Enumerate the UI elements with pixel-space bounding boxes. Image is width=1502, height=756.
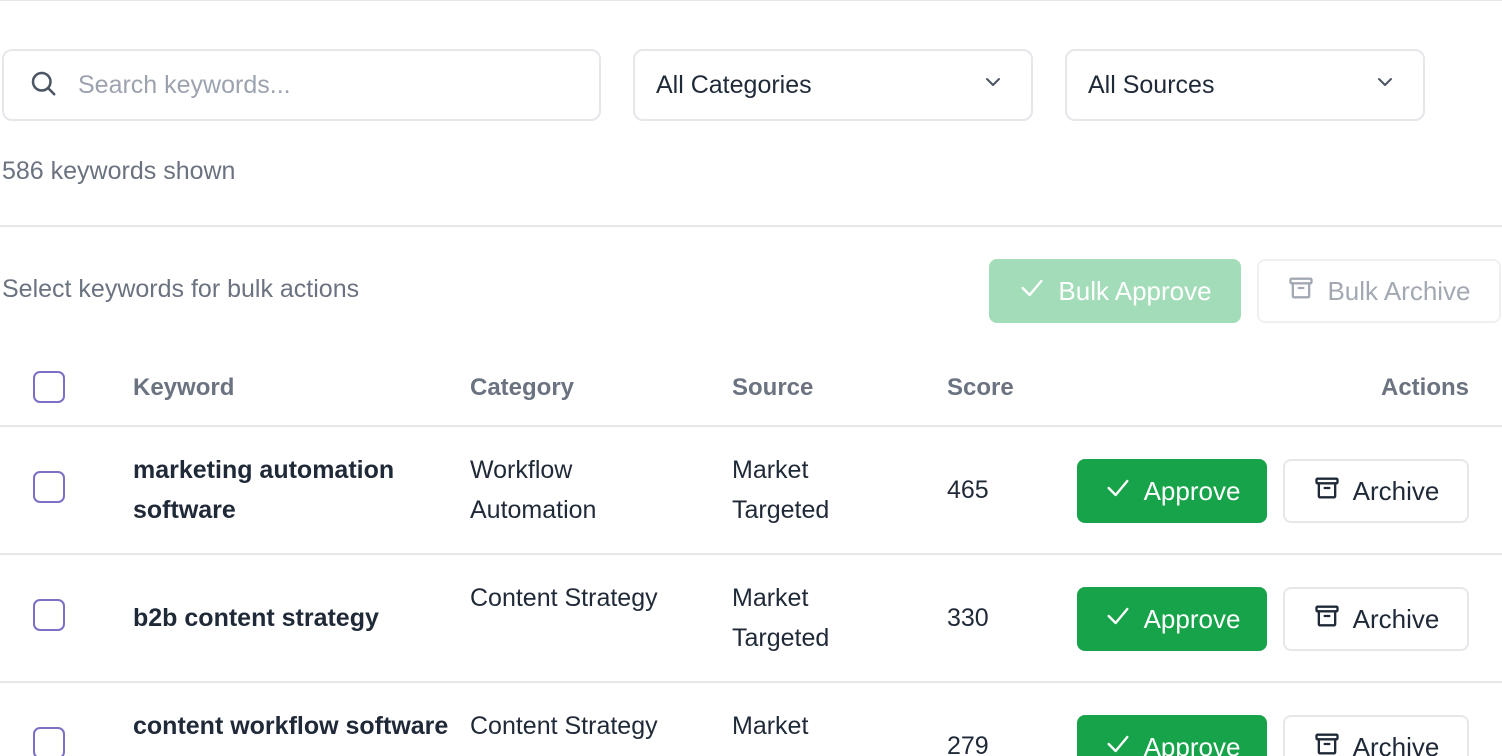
archive-label: Archive <box>1352 603 1440 634</box>
select-all-checkbox[interactable] <box>33 371 65 403</box>
check-icon <box>1018 274 1046 309</box>
section-divider <box>0 225 1502 227</box>
check-icon <box>1104 474 1132 509</box>
bulk-approve-button[interactable]: Bulk Approve <box>989 259 1241 323</box>
row-divider <box>0 681 1502 683</box>
archive-icon <box>1313 602 1341 637</box>
column-header-source[interactable]: Source <box>732 374 813 402</box>
row-keyword: marketing automation software <box>133 456 395 524</box>
bulk-actions-hint: Select keywords for bulk actions <box>2 275 360 303</box>
column-header-actions: Actions <box>1380 374 1469 401</box>
row-source: Market Targeted <box>732 456 830 524</box>
column-header-keyword[interactable]: Keyword <box>133 374 234 402</box>
column-header-score[interactable]: Score <box>947 374 1014 402</box>
approve-label: Approve <box>1143 603 1241 634</box>
row-score: 330 <box>947 604 989 632</box>
approve-button[interactable]: Approve <box>1077 587 1267 651</box>
row-score: 279 <box>947 732 989 756</box>
archive-icon <box>1287 274 1315 309</box>
check-icon <box>1104 730 1132 756</box>
row-checkbox[interactable] <box>33 471 65 503</box>
archive-button[interactable]: Archive <box>1283 459 1469 523</box>
archive-icon <box>1313 474 1341 509</box>
approve-label: Approve <box>1143 475 1241 506</box>
chevron-down-icon <box>981 70 1005 101</box>
row-score: 465 <box>947 476 989 504</box>
row-source: Market Targeted <box>732 712 829 756</box>
approve-button[interactable]: Approve <box>1077 459 1267 523</box>
category-select-value: All Categories <box>656 70 812 99</box>
archive-icon <box>1313 730 1341 756</box>
archive-button[interactable]: Archive <box>1283 715 1469 756</box>
source-select[interactable]: All Sources <box>1065 49 1425 121</box>
category-select[interactable]: All Categories <box>633 49 1033 121</box>
header-divider <box>0 425 1502 427</box>
row-keyword: b2b content strategy <box>133 604 379 632</box>
chevron-down-icon <box>1373 70 1397 101</box>
keyword-count: 586 keywords shown <box>2 157 236 185</box>
row-checkbox[interactable] <box>33 599 65 631</box>
row-keyword: content workflow software <box>133 712 449 740</box>
row-divider <box>0 553 1502 555</box>
archive-button[interactable]: Archive <box>1283 587 1469 651</box>
row-source: Market Targeted <box>732 584 830 652</box>
approve-label: Approve <box>1143 731 1241 756</box>
row-checkbox[interactable] <box>33 727 65 756</box>
search-icon <box>28 68 58 103</box>
column-header-category[interactable]: Category <box>470 374 574 402</box>
bulk-archive-label: Bulk Archive <box>1327 275 1471 306</box>
bulk-approve-label: Bulk Approve <box>1058 275 1212 306</box>
bulk-archive-button[interactable]: Bulk Archive <box>1257 259 1501 323</box>
archive-label: Archive <box>1352 475 1440 506</box>
source-select-value: All Sources <box>1088 70 1215 99</box>
archive-label: Archive <box>1352 731 1440 756</box>
row-category: Content Strategy <box>470 712 658 740</box>
approve-button[interactable]: Approve <box>1077 715 1267 756</box>
top-divider <box>0 0 1502 1</box>
search-input[interactable] <box>78 70 558 100</box>
search-box[interactable] <box>2 49 601 121</box>
row-category: Content Strategy <box>470 584 658 612</box>
row-category: Workflow Automation <box>470 456 597 524</box>
check-icon <box>1104 602 1132 637</box>
